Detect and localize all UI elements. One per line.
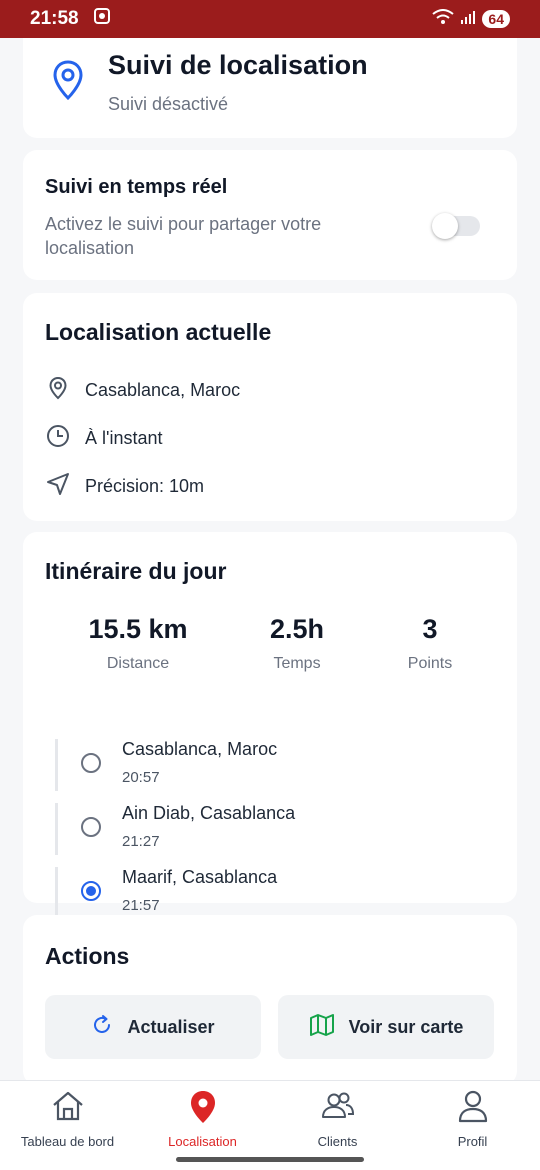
location-place-row: Casablanca, Maroc: [45, 375, 240, 406]
stop-time: 21:57: [122, 897, 160, 914]
nav-label: Localisation: [168, 1134, 237, 1149]
realtime-description: Activez le suivi pour partager votre loc…: [45, 214, 322, 258]
refresh-label: Actualiser: [127, 1016, 215, 1037]
signal-icon: [460, 9, 476, 30]
stop-name: Maarif, Casablanca: [122, 867, 278, 887]
realtime-title: Suivi en temps réel: [45, 176, 228, 198]
clock-icon: [45, 423, 71, 454]
stop-name: Casablanca, Maroc: [122, 739, 278, 759]
stat-points: 3 Points: [350, 614, 510, 673]
stop-radio[interactable]: [81, 817, 101, 837]
itinerary-card: Itinéraire du jour 15.5 km Distance 2.5h…: [23, 532, 517, 919]
stat-value: 3: [422, 614, 438, 644]
current-location-card: Localisation actuelle Casablanca, Maroc …: [23, 293, 517, 521]
tracking-status: Suivi désactivé: [108, 94, 229, 114]
nav-item-dashboard[interactable]: Tableau de bord: [0, 1081, 135, 1151]
tracking-header-card: Suivi de localisation Suivi désactivé: [23, 38, 517, 138]
gesture-bar-area: [0, 1150, 540, 1170]
location-time: À l'instant: [85, 428, 163, 448]
nav-item-location[interactable]: Localisation: [135, 1081, 270, 1151]
bottom-navigation: Tableau de bord Localisation Clients Pro…: [0, 1080, 540, 1150]
refresh-button[interactable]: Actualiser: [45, 995, 261, 1059]
location-place: Casablanca, Maroc: [85, 380, 241, 400]
location-precision-row: Précision: 10m: [45, 471, 204, 502]
stop-time: 21:27: [122, 833, 160, 850]
page-title: Suivi de localisation: [108, 50, 368, 80]
location-time-row: À l'instant: [45, 423, 162, 454]
nav-item-clients[interactable]: Clients: [270, 1081, 405, 1151]
itinerary-title: Itinéraire du jour: [45, 558, 227, 584]
stat-label: Distance: [106, 655, 170, 672]
map-pin-icon: [188, 1089, 218, 1130]
view-map-button[interactable]: Voir sur carte: [278, 995, 494, 1059]
stat-value: 15.5 km: [88, 614, 188, 644]
map-pin-icon: [45, 375, 71, 406]
itinerary-stop[interactable]: Casablanca, Maroc 20:57: [55, 739, 495, 791]
battery-level: 64: [482, 10, 510, 28]
actions-title: Actions: [45, 943, 130, 969]
nav-item-profile[interactable]: Profil: [405, 1081, 540, 1151]
stop-time: 20:57: [122, 769, 160, 786]
screen-record-icon: [93, 7, 111, 31]
stop-name: Ain Diab, Casablanca: [122, 803, 296, 823]
view-map-label: Voir sur carte: [348, 1016, 464, 1037]
location-precision: Précision: 10m: [85, 476, 205, 496]
stop-radio-selected[interactable]: [81, 881, 101, 901]
status-bar: 21:58 64: [0, 0, 540, 38]
nav-label: Tableau de bord: [20, 1134, 115, 1149]
itinerary-stop[interactable]: Maarif, Casablanca 21:57: [55, 867, 495, 919]
stat-label: Points: [407, 655, 453, 672]
refresh-icon: [91, 1014, 113, 1041]
wifi-icon: [432, 8, 455, 30]
realtime-tracking-card: Suivi en temps réel Activez le suivi pou…: [23, 150, 517, 280]
nav-label: Clients: [317, 1134, 358, 1149]
nav-label: Profil: [457, 1134, 488, 1149]
users-icon: [320, 1089, 356, 1128]
status-time: 21:58: [30, 8, 79, 29]
map-icon: [309, 1013, 335, 1042]
home-icon: [51, 1089, 85, 1128]
current-location-title: Localisation actuelle: [45, 319, 272, 345]
home-indicator[interactable]: [176, 1157, 364, 1162]
actions-card: Actions Actualiser Voir sur carte: [23, 915, 517, 1080]
stop-radio[interactable]: [81, 753, 101, 773]
main-content: Suivi de localisation Suivi désactivé Su…: [0, 38, 540, 1080]
map-pin-icon: [53, 60, 83, 105]
stat-distance: 15.5 km Distance: [58, 614, 218, 673]
user-icon: [456, 1089, 490, 1128]
navigation-icon: [45, 471, 71, 502]
toggle-knob: [432, 213, 458, 239]
realtime-toggle[interactable]: [432, 213, 480, 239]
itinerary-stop[interactable]: Ain Diab, Casablanca 21:27: [55, 803, 495, 855]
